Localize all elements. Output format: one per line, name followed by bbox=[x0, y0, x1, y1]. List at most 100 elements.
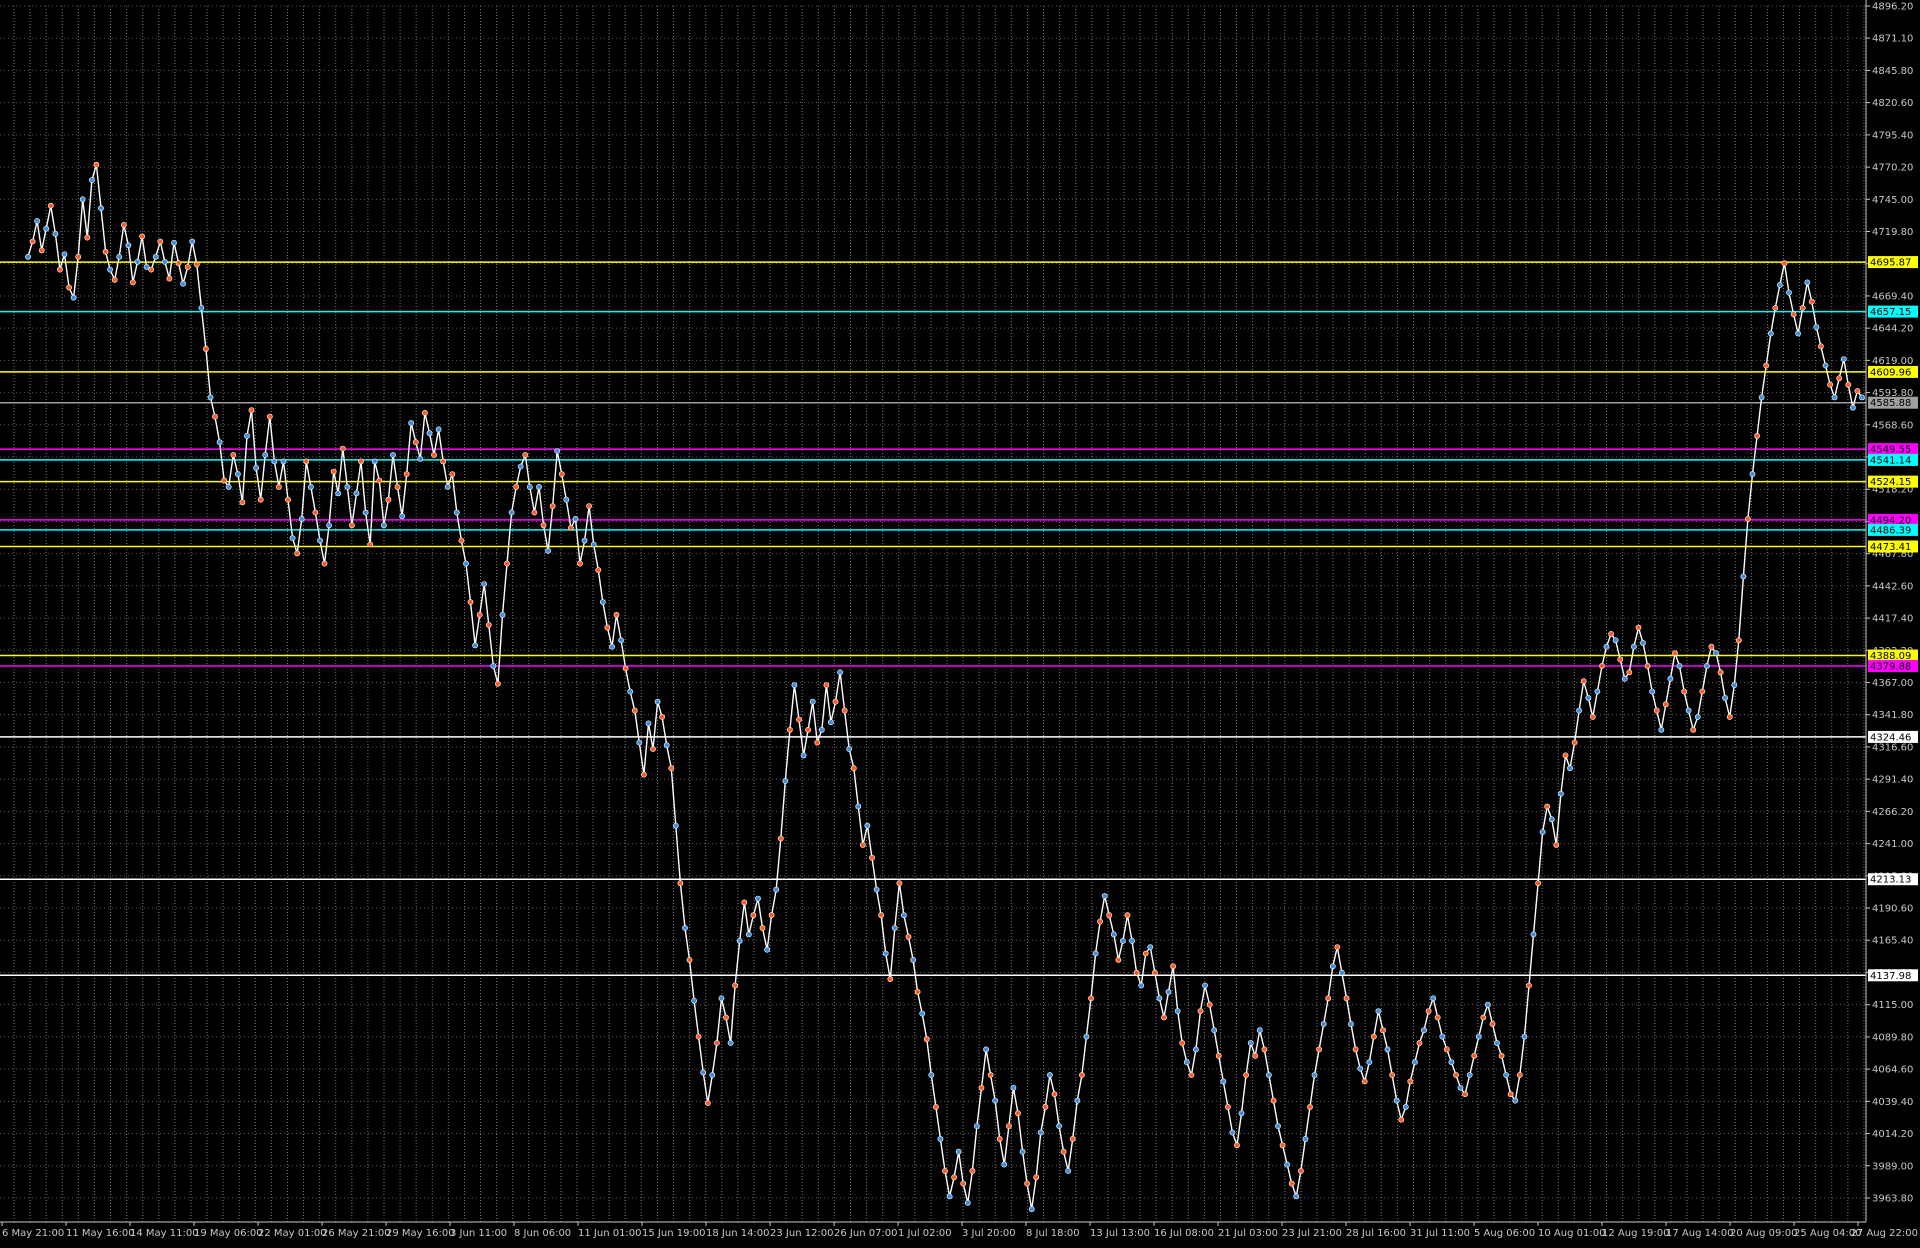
price-point bbox=[1507, 1091, 1514, 1098]
price-point bbox=[759, 925, 766, 931]
price-point bbox=[1188, 1072, 1195, 1078]
price-point bbox=[353, 490, 360, 497]
price-point bbox=[1156, 995, 1163, 1002]
price-point bbox=[1699, 688, 1706, 695]
price-point bbox=[371, 458, 378, 465]
price-point bbox=[887, 976, 894, 982]
price-point bbox=[1316, 1046, 1322, 1053]
price-point bbox=[549, 503, 556, 509]
price-point bbox=[1407, 1078, 1414, 1085]
price-point bbox=[1694, 714, 1701, 720]
price-point bbox=[362, 509, 369, 516]
price-point bbox=[1019, 1148, 1026, 1155]
price-point bbox=[581, 537, 588, 544]
price-point bbox=[1735, 637, 1742, 644]
price-point bbox=[216, 439, 223, 446]
price-point bbox=[1818, 343, 1824, 350]
chart-canvas[interactable]: 4896.20 4871.10 4845.80 4820.60 4795.40 4770.… bbox=[0, 0, 1920, 1244]
price-point bbox=[1498, 1052, 1505, 1059]
price-point bbox=[1352, 1046, 1359, 1053]
price-tick-label: 4845.80 bbox=[1872, 66, 1913, 77]
price-point bbox=[554, 448, 561, 454]
price-point bbox=[1831, 394, 1838, 401]
price-level-label: 4695.87 bbox=[1870, 258, 1911, 269]
price-point bbox=[1786, 289, 1792, 296]
price-point bbox=[1777, 281, 1783, 288]
price-point bbox=[577, 560, 583, 567]
price-point bbox=[230, 452, 237, 458]
price-point bbox=[1850, 404, 1856, 411]
price-point bbox=[531, 509, 538, 516]
time-tick-label: 3 Jul 20:00 bbox=[962, 1228, 1016, 1239]
price-tick-label: 4064.60 bbox=[1872, 1065, 1913, 1076]
price-point bbox=[563, 496, 570, 503]
price-point bbox=[805, 726, 811, 733]
price-point bbox=[891, 925, 898, 931]
price-point bbox=[1548, 816, 1555, 823]
price-point bbox=[1576, 707, 1582, 714]
price-point bbox=[773, 886, 780, 893]
price-point bbox=[1083, 1033, 1090, 1040]
price-point bbox=[695, 1033, 702, 1040]
price-chart[interactable]: 4896.20 4871.10 4845.80 4820.60 4795.40 4770.… bbox=[0, 0, 1920, 1244]
price-point bbox=[93, 161, 100, 168]
price-point bbox=[700, 1069, 707, 1076]
price-point bbox=[390, 452, 396, 458]
time-tick-label: 1 Jul 02:00 bbox=[898, 1228, 952, 1239]
price-point bbox=[449, 471, 456, 477]
time-tick-label: 8 Jun 06:00 bbox=[514, 1228, 571, 1239]
price-point bbox=[321, 560, 328, 567]
time-tick-label: 26 Jun 07:00 bbox=[834, 1228, 898, 1239]
price-point bbox=[1056, 1123, 1062, 1129]
price-point bbox=[1110, 931, 1117, 938]
price-point bbox=[1037, 1129, 1044, 1136]
price-point bbox=[125, 242, 132, 249]
price-point bbox=[1402, 1104, 1409, 1110]
price-tick-label: 3989.00 bbox=[1872, 1161, 1913, 1172]
price-point bbox=[1599, 663, 1605, 669]
price-point bbox=[978, 1084, 985, 1091]
price-point bbox=[481, 581, 488, 587]
price-point bbox=[412, 439, 419, 446]
price-tick-label: 4820.60 bbox=[1872, 98, 1913, 109]
price-point bbox=[1781, 260, 1788, 267]
price-point bbox=[1065, 1168, 1072, 1174]
price-tick-label: 4115.00 bbox=[1872, 1000, 1913, 1011]
price-point bbox=[161, 258, 168, 265]
price-point bbox=[234, 471, 241, 477]
price-point bbox=[1448, 1059, 1455, 1066]
price-point bbox=[38, 247, 45, 254]
price-point bbox=[1398, 1116, 1405, 1123]
price-tick-label: 4367.00 bbox=[1872, 678, 1913, 689]
price-point bbox=[239, 499, 246, 506]
price-point bbox=[1808, 298, 1815, 305]
price-point bbox=[1284, 1161, 1291, 1168]
price-point bbox=[1640, 640, 1646, 646]
price-point bbox=[189, 238, 196, 245]
time-tick-label: 13 Jul 13:00 bbox=[1090, 1228, 1150, 1239]
price-point bbox=[294, 550, 301, 557]
price-point bbox=[266, 413, 273, 420]
price-point bbox=[1494, 1040, 1500, 1046]
price-point bbox=[298, 516, 305, 522]
price-point bbox=[1124, 912, 1131, 919]
price-point bbox=[1370, 1033, 1377, 1040]
price-level-label: 4486.39 bbox=[1870, 525, 1911, 536]
price-point bbox=[1704, 663, 1710, 669]
price-point bbox=[1412, 1059, 1418, 1066]
price-tick-label: 4619.00 bbox=[1872, 356, 1913, 367]
price-point bbox=[1069, 1136, 1076, 1142]
price-point bbox=[609, 643, 615, 650]
price-point bbox=[1120, 937, 1126, 944]
price-point bbox=[1361, 1078, 1368, 1085]
price-point bbox=[718, 995, 725, 1002]
price-point bbox=[654, 698, 661, 705]
price-point bbox=[1142, 950, 1149, 957]
price-point bbox=[791, 682, 798, 688]
price-point bbox=[946, 1193, 953, 1200]
price-point bbox=[1713, 650, 1719, 656]
price-point bbox=[1772, 305, 1779, 311]
price-point bbox=[1339, 969, 1345, 976]
price-point bbox=[1512, 1097, 1519, 1104]
price-point bbox=[148, 266, 155, 273]
